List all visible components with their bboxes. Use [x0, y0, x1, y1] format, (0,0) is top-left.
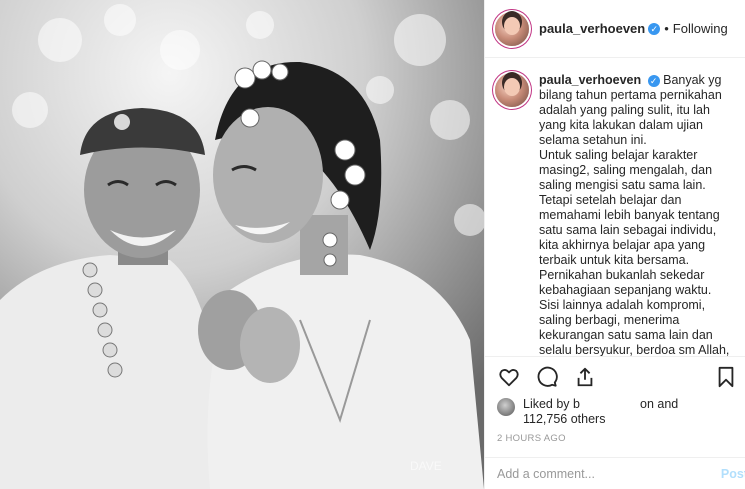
- likes-text: Liked by b on and 112,756 others: [523, 397, 678, 427]
- post-comment-button[interactable]: Post: [721, 467, 745, 481]
- likes-connector: and: [657, 397, 679, 411]
- caption-paragraph: paula_verhoeven ✓ Banyak yg bilang tahun…: [539, 73, 734, 148]
- caption-text: paula_verhoeven ✓ Banyak yg bilang tahun…: [539, 73, 734, 356]
- author-avatar[interactable]: [495, 11, 529, 46]
- comment-input[interactable]: Add a comment...: [497, 467, 721, 481]
- liker-name-end[interactable]: on: [640, 397, 654, 411]
- caption-verified-icon: ✓: [647, 75, 660, 87]
- verified-badge-icon: ✓: [648, 22, 661, 35]
- add-comment-bar: Add a comment... Post: [485, 457, 745, 489]
- caption-author-avatar[interactable]: [495, 73, 529, 107]
- post-photo[interactable]: DAVE: [0, 0, 484, 489]
- liker-avatar[interactable]: [497, 398, 515, 416]
- action-icons-row: [485, 357, 745, 397]
- caption-area: paula_verhoeven ✓ Banyak yg bilang tahun…: [485, 59, 745, 356]
- header-separator: •: [664, 21, 669, 36]
- share-icon[interactable]: [573, 365, 597, 389]
- comment-icon[interactable]: [535, 365, 559, 389]
- wedding-photo-illustration: DAVE: [0, 0, 484, 489]
- author-username[interactable]: paula_verhoeven: [539, 21, 645, 36]
- likes-prefix: Liked by: [523, 397, 570, 411]
- post-actions: Liked by b on and 112,756 others 2 HOURS …: [485, 356, 745, 489]
- caption-paragraph-2: Untuk saling belajar karakter masing2, s…: [539, 148, 720, 267]
- post-timestamp[interactable]: 2 HOURS AGO: [485, 433, 745, 444]
- likes-count-link[interactable]: 112,756 others: [523, 412, 605, 426]
- bookmark-icon[interactable]: [714, 365, 738, 389]
- heart-icon[interactable]: [497, 365, 521, 389]
- liker-name-start[interactable]: b: [573, 397, 580, 411]
- post-side-panel: paula_verhoeven ✓ • Following paula_verh…: [484, 0, 745, 489]
- caption-username[interactable]: paula_verhoeven: [539, 73, 641, 87]
- post-header: paula_verhoeven ✓ • Following: [485, 0, 745, 58]
- likes-summary: Liked by b on and 112,756 others: [485, 397, 745, 427]
- following-button[interactable]: Following: [673, 21, 728, 36]
- svg-text:DAVE: DAVE: [410, 459, 442, 473]
- caption-paragraph-3: Pernikahan bukanlah sekedar kebahagiaan …: [539, 268, 730, 356]
